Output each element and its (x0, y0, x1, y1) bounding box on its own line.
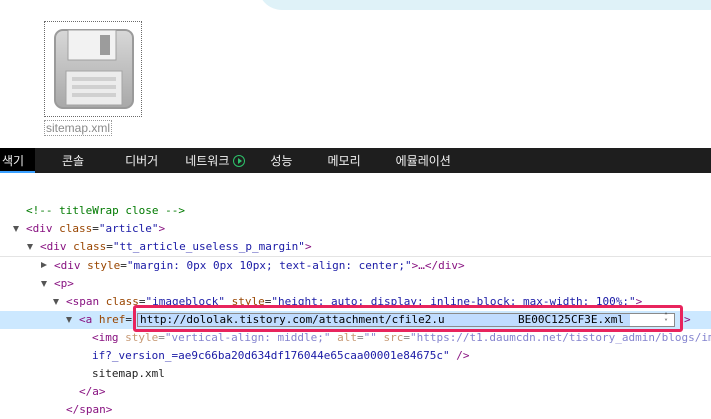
tab-debugger[interactable]: 디버거 (125, 148, 158, 173)
tab-label: 에뮬레이션 (395, 154, 451, 168)
dom-node-img-cont[interactable]: if?_version_=ae9c66ba20d634df176044e65ca… (0, 347, 711, 365)
attr-value: "vertical-align: middle;" (164, 331, 331, 344)
dom-node-img[interactable]: <img style="vertical-align: middle;" alt… (0, 329, 711, 347)
tag-close: > (635, 295, 643, 308)
attr-name: alt (330, 331, 357, 344)
dom-node-a-close[interactable]: </a> (0, 383, 711, 401)
tab-label: 네트워크 (185, 154, 230, 168)
attr-value: "margin: 0px 0px 10px; text-align: cente… (126, 259, 412, 272)
tag-close: > (684, 313, 691, 326)
expand-triangle-icon[interactable] (27, 244, 33, 250)
tab-elements[interactable]: 색기 (0, 148, 35, 173)
tab-performance[interactable]: 성능 (270, 148, 292, 173)
attr-eq: = (356, 331, 364, 344)
attr-value: "article" (98, 222, 159, 235)
dom-node-span-close[interactable]: </span> (0, 401, 711, 419)
attr-eq: = (138, 295, 146, 308)
spinner-arrows[interactable]: ˄ ˅ (662, 313, 670, 327)
dom-node-comment[interactable]: <!-- titleWrap close --> (0, 202, 711, 220)
page-preview: sitemap.xml (0, 0, 711, 150)
tag-close: </a> (79, 385, 106, 398)
attr-eq: = (120, 259, 127, 272)
tab-label: 메모리 (327, 154, 361, 168)
spinner-down-icon[interactable]: ˅ (662, 319, 670, 327)
tag-open: <img (92, 331, 126, 344)
href-value-end: BE00C125CF3E.xml (518, 313, 624, 326)
href-edit-input[interactable]: http://dololak.tistory.com/attachment/cf… (137, 313, 675, 327)
attr-value: if?_version_=ae9c66ba20d634df176044e65ca… (92, 349, 450, 362)
dom-node-div-article[interactable]: <div class="article"> (0, 220, 711, 238)
attr-eq: = (158, 331, 165, 344)
tag-open: <span (66, 295, 106, 308)
dom-node-text[interactable]: sitemap.xml (0, 365, 711, 383)
tab-memory[interactable]: 메모리 (327, 148, 360, 173)
tab-label: 성능 (270, 154, 293, 168)
devtools-tab-bar: 색기 콘솔 디버거 네트워크 성능 메모리 에뮬레이션 (0, 148, 711, 173)
attr-eq: = (125, 313, 132, 326)
dom-node-div-margin[interactable]: <div class="tt_article_useless_p_margin"… (0, 238, 711, 256)
tab-console[interactable]: 콘솔 (62, 148, 84, 173)
tag-close: > (304, 240, 312, 253)
tag-close: > (158, 222, 166, 235)
href-value-start: http://dololak.tistory.com/attachment/cf… (140, 313, 445, 326)
attr-name: class (59, 222, 93, 235)
tab-network[interactable]: 네트워크 (185, 148, 246, 173)
attr-name: href (98, 313, 126, 326)
tag-close: </span> (66, 403, 113, 416)
play-circle-icon (233, 154, 246, 167)
attr-value: "tt_article_useless_p_margin" (112, 240, 305, 253)
dom-node-p[interactable]: <p> (0, 275, 711, 293)
tag-open: <div (26, 222, 60, 235)
tab-emulation[interactable]: 에뮬레이션 (396, 148, 451, 173)
tab-label: 디버거 (125, 154, 159, 168)
floppy-disk-icon (54, 29, 134, 109)
tag-close: /> (449, 349, 470, 362)
attr-value: "" (363, 331, 377, 344)
tag-open: <p> (54, 277, 74, 290)
attr-name: class (105, 295, 139, 308)
expand-triangle-icon[interactable] (13, 226, 19, 232)
expand-triangle-icon[interactable] (66, 317, 72, 323)
attr-value: "imageblock" (145, 295, 225, 308)
comment-text: <!-- titleWrap close --> (26, 204, 185, 217)
dom-node-div-style[interactable]: <div style="margin: 0px 0px 10px; text-a… (0, 257, 711, 275)
attr-name: style (125, 331, 159, 344)
header-decoration (258, 0, 711, 10)
expand-triangle-icon[interactable] (53, 299, 59, 305)
attr-name: style (87, 259, 121, 272)
expand-triangle-icon[interactable] (41, 281, 47, 287)
attr-name: style (224, 295, 265, 308)
dom-node-span-imageblock[interactable]: <span class="imageblock" style="height: … (0, 293, 711, 311)
tag-close: >…</div> (411, 259, 465, 272)
attr-eq: = (92, 222, 99, 235)
attr-eq: = (403, 331, 410, 344)
tab-label: 색기 (2, 154, 25, 168)
attr-value: "height: auto; display: inline-block; ma… (271, 295, 636, 308)
tag-open: <div (54, 259, 88, 272)
attr-eq: = (106, 240, 113, 253)
collapse-triangle-icon[interactable] (41, 262, 47, 268)
tab-label: 콘솔 (62, 154, 85, 168)
text-node: sitemap.xml (92, 367, 165, 380)
attr-name: class (73, 240, 107, 253)
tag-open: <a (79, 313, 99, 326)
attr-name: src (376, 331, 404, 344)
attr-value: "https://t1.daumcdn.net/tistory_admin/bl… (409, 331, 711, 344)
attachment-filename[interactable]: sitemap.xml (44, 120, 113, 136)
tag-open: <div (40, 240, 74, 253)
dom-tree-panel[interactable]: <!-- titleWrap close --> <div class="art… (0, 176, 711, 416)
attachment-widget[interactable] (44, 21, 142, 117)
